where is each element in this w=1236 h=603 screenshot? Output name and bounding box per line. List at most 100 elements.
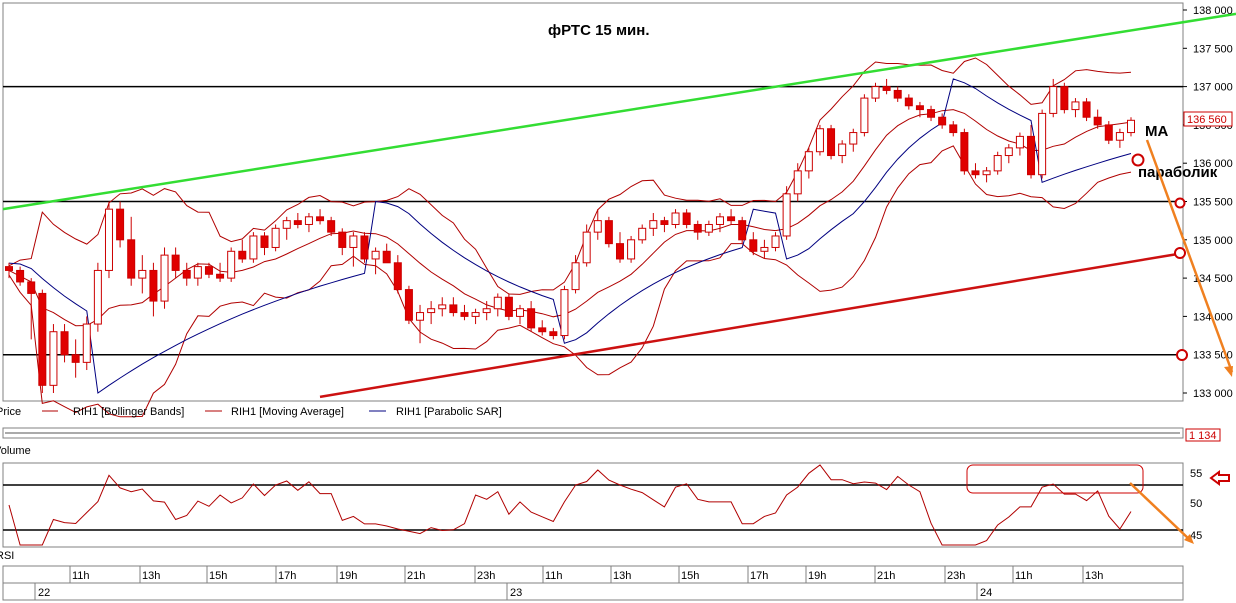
candle-up: [649, 220, 658, 229]
day-label: 23: [510, 587, 522, 599]
rsi-left-arrow-icon: [1209, 470, 1230, 486]
candle-down: [404, 289, 413, 321]
hour-label: 13h: [1085, 570, 1103, 582]
legend: Price RIH1 [Bollinger Bands] RIH1 [Movin…: [0, 406, 502, 418]
candle-up: [271, 227, 280, 248]
candle-up: [838, 143, 847, 157]
candle-down: [16, 269, 25, 283]
price-tick-label: 138 000: [1193, 5, 1233, 17]
candle-down: [827, 128, 836, 157]
candle-up: [438, 304, 447, 310]
candle-down: [38, 292, 47, 386]
hour-label: 17h: [278, 570, 296, 582]
candle-down: [27, 281, 36, 294]
volume-label: Volume: [0, 445, 31, 457]
candle-down: [682, 212, 691, 225]
candle-down: [504, 296, 513, 317]
candle-down: [5, 266, 13, 271]
candle-down: [738, 220, 747, 241]
candle-down: [316, 216, 325, 222]
rsi-tick-55: 55: [1190, 468, 1202, 480]
candle-down: [1060, 86, 1069, 111]
candle-up: [416, 312, 425, 321]
candle-down: [449, 304, 458, 314]
hour-label: 13h: [613, 570, 631, 582]
candle-up: [560, 289, 569, 337]
ma-annotation: MA: [1145, 123, 1168, 140]
candle-down: [238, 250, 247, 260]
candle-up: [104, 208, 113, 271]
candle-down: [549, 331, 558, 337]
day-label: 22: [38, 587, 50, 599]
candle-up: [1004, 147, 1013, 157]
candle-up: [704, 223, 713, 233]
candle-down: [293, 220, 302, 225]
candle-up: [849, 132, 858, 145]
candle-down: [393, 262, 402, 291]
candle-down: [60, 331, 69, 356]
rsi-label: RSI: [0, 550, 14, 562]
candle-up: [482, 308, 491, 314]
candle-up: [516, 308, 525, 317]
candle-up: [93, 269, 102, 325]
candle-up: [193, 266, 202, 279]
legend-bb: RIH1 [Bollinger Bands]: [73, 406, 184, 418]
candle-up: [860, 97, 869, 134]
candle-up: [304, 216, 313, 225]
candle-down: [904, 97, 913, 107]
hour-label: 11h: [72, 570, 90, 582]
candle-down: [182, 269, 191, 279]
candle-down: [527, 308, 536, 329]
candle-down: [1093, 116, 1102, 126]
candle-down: [149, 269, 158, 302]
hour-label: 15h: [681, 570, 699, 582]
candle-up: [493, 296, 502, 310]
candle-up: [349, 235, 358, 248]
marker-circle: [1176, 349, 1188, 361]
candle-up: [871, 86, 880, 99]
hour-label: 13h: [142, 570, 160, 582]
candle-down: [960, 132, 969, 172]
candle-down: [327, 220, 336, 233]
candle-up: [593, 220, 602, 233]
hour-label: 15h: [209, 570, 227, 582]
candle-up: [993, 155, 1002, 172]
candle-up: [471, 312, 480, 317]
legend-price: Price: [0, 406, 21, 418]
candle-down: [460, 312, 469, 317]
candle-down: [893, 89, 902, 99]
chart-title: фРТС 15 мин.: [548, 22, 650, 39]
candle-down: [171, 254, 180, 271]
price-tick-label: 137 000: [1193, 82, 1233, 94]
candle-up: [1127, 119, 1135, 134]
candle-down: [116, 208, 125, 241]
candle-up: [571, 262, 580, 291]
marker-circle: [1131, 153, 1145, 167]
candle-up: [1115, 132, 1124, 141]
candle-down: [660, 220, 669, 225]
candle-down: [1104, 124, 1113, 141]
candle-up: [1049, 86, 1058, 114]
last-price-label: 136 560: [1187, 114, 1227, 126]
candle-down: [971, 170, 980, 176]
candle-up: [638, 227, 647, 241]
candle-up: [1015, 135, 1024, 149]
volume-value: 1 134: [1189, 430, 1217, 442]
candle-up: [815, 128, 824, 153]
candle-down: [693, 223, 702, 233]
candle-down: [338, 231, 347, 248]
hour-label: 21h: [877, 570, 895, 582]
candle-down: [360, 235, 369, 260]
price-axis: 133 000133 500134 000134 500135 000135 5…: [1183, 5, 1233, 400]
candle-up: [671, 212, 680, 225]
hour-label: 23h: [477, 570, 495, 582]
marker-circle: [1174, 247, 1186, 259]
candle-up: [1071, 101, 1080, 111]
day-label: 24: [980, 587, 992, 599]
candle-up: [282, 220, 291, 229]
hour-label: 11h: [1015, 570, 1033, 582]
candle-up: [138, 269, 147, 279]
candle-down: [915, 105, 924, 111]
hour-label: 11h: [545, 570, 563, 582]
candle-up: [804, 151, 813, 172]
